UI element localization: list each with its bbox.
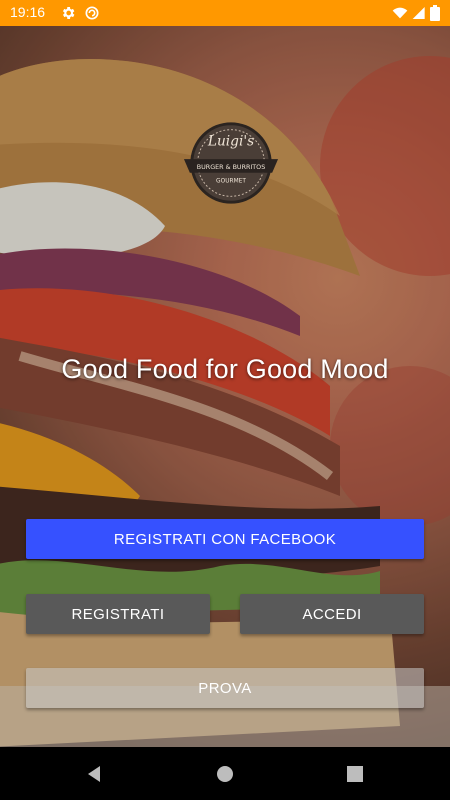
signal-icon [412,7,425,19]
try-button[interactable]: PROVA [26,668,424,708]
register-button[interactable]: REGISTRATI [26,594,210,634]
luigis-logo: Luigi's BURGER & BURRITOS GOURMET [183,122,279,204]
back-icon[interactable] [84,764,104,784]
sync-icon [85,6,99,20]
battery-icon [430,5,440,21]
recent-apps-icon[interactable] [345,764,365,784]
logo-text-mid: BURGER & BURRITOS [197,163,265,171]
login-button[interactable]: ACCEDI [240,594,424,634]
logo-text-top: Luigi's [207,133,254,149]
register-facebook-button[interactable]: REGISTRATI CON FACEBOOK [26,519,424,559]
tagline: Good Food for Good Mood [61,354,389,384]
gear-icon [62,7,75,19]
logo-text-bottom: GOURMET [216,179,246,185]
status-bar: 19:16 [0,0,450,26]
status-time: 19:16 [10,4,46,20]
wifi-icon [392,7,408,19]
navigation-bar [0,747,450,800]
home-icon[interactable] [215,764,235,784]
